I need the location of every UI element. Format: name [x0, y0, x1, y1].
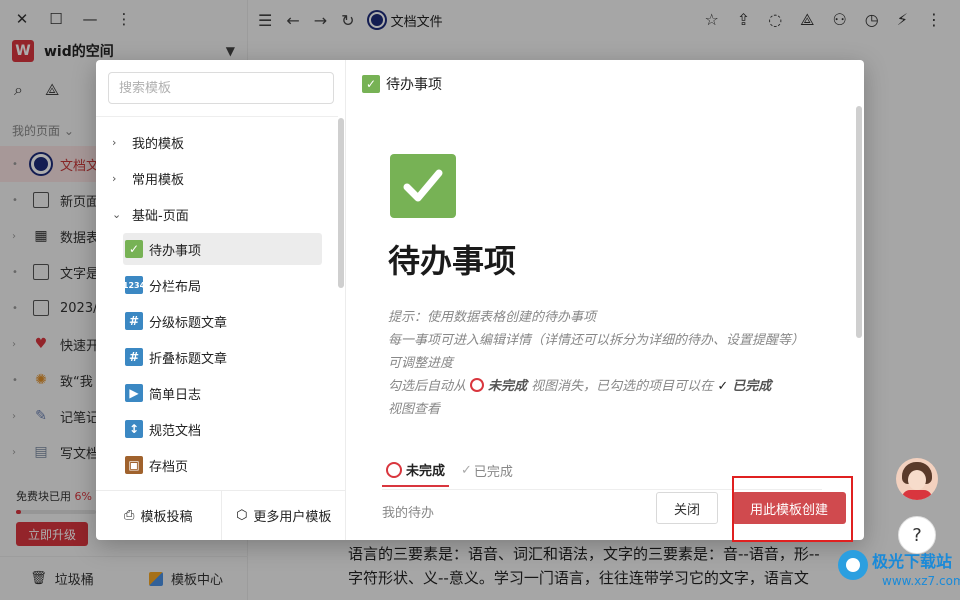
hint-line: 勾选后自动从 未完成 视图消失，已勾选的项目可以在 ✓ 已完成 [388, 378, 772, 394]
preview-hint: 提示：使用数据表格创建的待办事项 每一事项可进入编辑详情（详情还可以拆分为详细的… [388, 306, 828, 421]
template-list-panel: ›我的模板 ›常用模板 ⌄基础-页面 ✓待办事项 1234分栏布局 #分级标题文… [96, 60, 346, 540]
tab-unfinished[interactable]: 未完成 [382, 456, 450, 487]
hint-line: 提示：使用数据表格创建的待办事项 [388, 310, 597, 325]
preview-title: 待办事项 [388, 242, 517, 280]
template-item-heading-article[interactable]: # 分级标题文章 [123, 305, 322, 337]
template-search-input[interactable] [108, 72, 334, 104]
template-list-footer: ⎙ 模板投稿 ⬡ 更多用户模板 [96, 490, 346, 540]
hint-line: 可调整进度 [388, 356, 454, 371]
check-icon [390, 154, 456, 218]
inbox-icon: ⎙ [124, 508, 135, 523]
checkmark-icon: ✓ [461, 463, 472, 478]
circle-icon [470, 378, 485, 392]
template-preview: ✓ 待办事项 待办事项 提示：使用数据表格创建的待办事项 每一事项可进入编辑详情（… [346, 60, 864, 540]
template-item-spec-doc[interactable]: ↕ 规范文档 [123, 413, 322, 445]
check-icon: ✓ [362, 75, 380, 93]
template-item-simple-log[interactable]: ▶ 简单日志 [123, 377, 322, 409]
hash-icon: # [125, 348, 143, 366]
hash-icon: # [125, 312, 143, 330]
template-item-todo[interactable]: ✓ 待办事项 [123, 233, 322, 265]
numbers-icon: 1234 [123, 276, 145, 294]
check-icon: ✓ [125, 240, 143, 258]
circle-icon [386, 461, 402, 478]
chevron-right-icon: › [112, 135, 117, 149]
tab-done[interactable]: ✓ 已完成 [457, 456, 517, 487]
my-todo-label: 我的待办 [382, 506, 435, 521]
play-icon: ▶ [125, 384, 143, 402]
hint-line: 每一事项可进入编辑详情（详情还可以拆分为详细的待办、设置提醒等） [388, 333, 805, 348]
group-my-templates[interactable]: › 我的模板 [96, 125, 338, 159]
more-user-templates-button[interactable]: ⬡ 更多用户模板 [220, 491, 347, 540]
watermark-url: www.xz7.com [882, 574, 960, 588]
template-item-columns[interactable]: 1234 分栏布局 [123, 269, 322, 301]
preview-header: ✓ 待办事项 [362, 74, 442, 94]
group-basic-pages[interactable]: ⌄ 基础-页面 [96, 197, 338, 231]
avatar[interactable] [896, 458, 938, 500]
preview-tabs: 未完成 ✓ 已完成 [382, 456, 517, 487]
watermark-logo-icon [838, 550, 868, 580]
box-icon: ▣ [125, 456, 143, 474]
chevron-right-icon: › [112, 171, 117, 185]
checkmark-icon: ✓ [717, 379, 729, 394]
watermark-name: 极光下载站 [872, 552, 953, 571]
template-item-fold-article[interactable]: # 折叠标题文章 [123, 341, 322, 373]
preview-scrollbar[interactable] [856, 106, 862, 338]
highlight-box [732, 476, 853, 542]
close-button[interactable]: 关闭 [656, 492, 718, 524]
template-modal: ›我的模板 ›常用模板 ⌄基础-页面 ✓待办事项 1234分栏布局 #分级标题文… [96, 60, 864, 540]
template-tree: › 我的模板 › 常用模板 ⌄ 基础-页面 ✓ 待办事项 1234 分栏布局 # 分级标题文… [96, 116, 338, 490]
hint-line: 视图查看 [388, 402, 441, 417]
cube-icon: ⬡ [236, 508, 248, 523]
updown-icon: ↕ [125, 420, 143, 438]
submit-template-button[interactable]: ⎙ 模板投稿 [96, 491, 221, 540]
template-list-scrollbar[interactable] [338, 118, 344, 288]
template-item-archive[interactable]: ▣ 存档页 [123, 449, 322, 481]
group-common-templates[interactable]: › 常用模板 [96, 161, 338, 195]
chevron-down-icon: ⌄ [112, 207, 122, 221]
watermark: 极光下载站 www.xz7.com [838, 548, 960, 596]
